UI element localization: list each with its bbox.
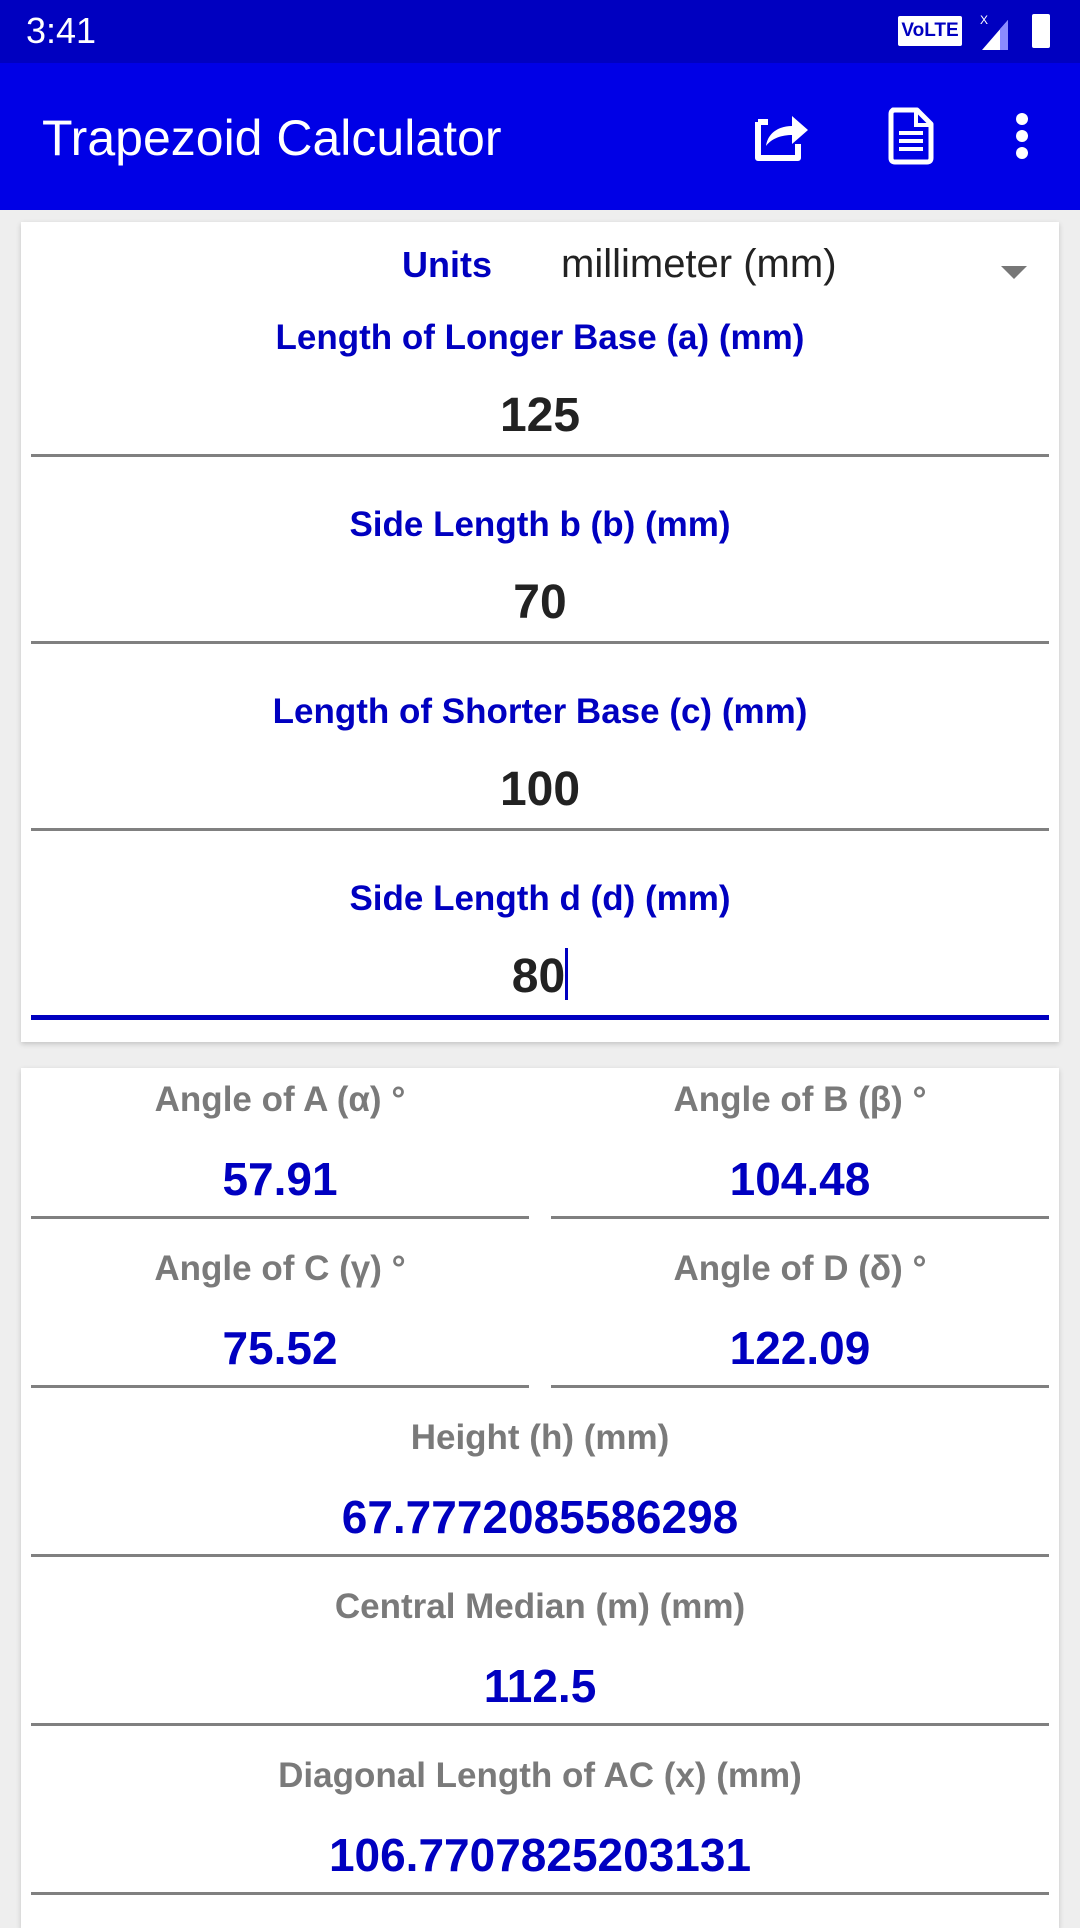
angle-a-output: Angle of A (α) ° 57.91	[31, 1080, 529, 1222]
status-time: 3:41	[26, 10, 97, 51]
side-d-label: Side Length d (d) (mm)	[349, 879, 731, 918]
shorter-base-label: Length of Shorter Base (c) (mm)	[272, 692, 808, 731]
angle-d-output: Angle of D (δ) ° 122.09	[551, 1249, 1049, 1391]
height-value: 67.7772085586298	[31, 1480, 1049, 1557]
side-d-input[interactable]: 80	[31, 939, 1049, 1020]
signal-icon: X	[980, 13, 1008, 50]
input-card: Units millimeter (mm) Length of Longer B…	[21, 222, 1059, 1042]
results-card: Angle of A (α) ° 57.91 Angle of B (β) ° …	[21, 1068, 1059, 1928]
angle-b-value: 104.48	[551, 1142, 1049, 1219]
longer-base-input[interactable]: 125	[31, 378, 1049, 457]
angle-c-value: 75.52	[31, 1311, 529, 1388]
angle-c-label: Angle of C (γ) °	[154, 1249, 406, 1288]
app-title: Trapezoid Calculator	[42, 110, 502, 166]
height-output: Height (h) (mm) 67.7772085586298	[31, 1418, 1049, 1560]
angle-d-value: 122.09	[551, 1311, 1049, 1388]
document-icon	[888, 107, 934, 165]
angle-b-label: Angle of B (β) °	[673, 1080, 927, 1119]
more-options-button[interactable]	[987, 101, 1057, 171]
median-label: Central Median (m) (mm)	[334, 1587, 746, 1626]
units-selected-value: millimeter (mm)	[561, 242, 837, 286]
side-b-label: Side Length b (b) (mm)	[349, 505, 731, 544]
svg-text:X: X	[980, 13, 988, 27]
angle-d-label: Angle of D (δ) °	[673, 1249, 927, 1288]
dropdown-arrow-icon	[1001, 266, 1027, 279]
diagonal-ac-label: Diagonal Length of AC (x) (mm)	[278, 1756, 802, 1795]
diagonal-ac-output: Diagonal Length of AC (x) (mm) 106.77078…	[31, 1756, 1049, 1898]
units-label: Units	[402, 244, 492, 285]
share-button[interactable]	[747, 101, 817, 171]
longer-base-label: Length of Longer Base (a) (mm)	[275, 318, 805, 357]
angle-b-output: Angle of B (β) ° 104.48	[551, 1080, 1049, 1222]
side-d-value: 80	[511, 950, 566, 1003]
units-dropdown[interactable]: millimeter (mm)	[561, 240, 1041, 300]
angle-a-label: Angle of A (α) °	[154, 1080, 406, 1119]
height-label: Height (h) (mm)	[410, 1418, 670, 1457]
shorter-base-input[interactable]: 100	[31, 752, 1049, 831]
document-button[interactable]	[876, 101, 946, 171]
app-bar: Trapezoid Calculator	[0, 63, 1080, 210]
median-value: 112.5	[31, 1649, 1049, 1726]
status-bar: 3:41 VoLTE X	[0, 0, 1080, 63]
volte-icon: VoLTE	[898, 16, 962, 46]
angle-c-output: Angle of C (γ) ° 75.52	[31, 1249, 529, 1391]
battery-icon	[1032, 14, 1050, 48]
angle-a-value: 57.91	[31, 1142, 529, 1219]
share-icon	[755, 116, 808, 161]
text-cursor	[565, 948, 569, 1000]
side-b-input[interactable]: 70	[31, 565, 1049, 644]
more-vert-icon	[1016, 113, 1028, 159]
median-output: Central Median (m) (mm) 112.5	[31, 1587, 1049, 1729]
diagonal-ac-value: 106.7707825203131	[31, 1818, 1049, 1895]
